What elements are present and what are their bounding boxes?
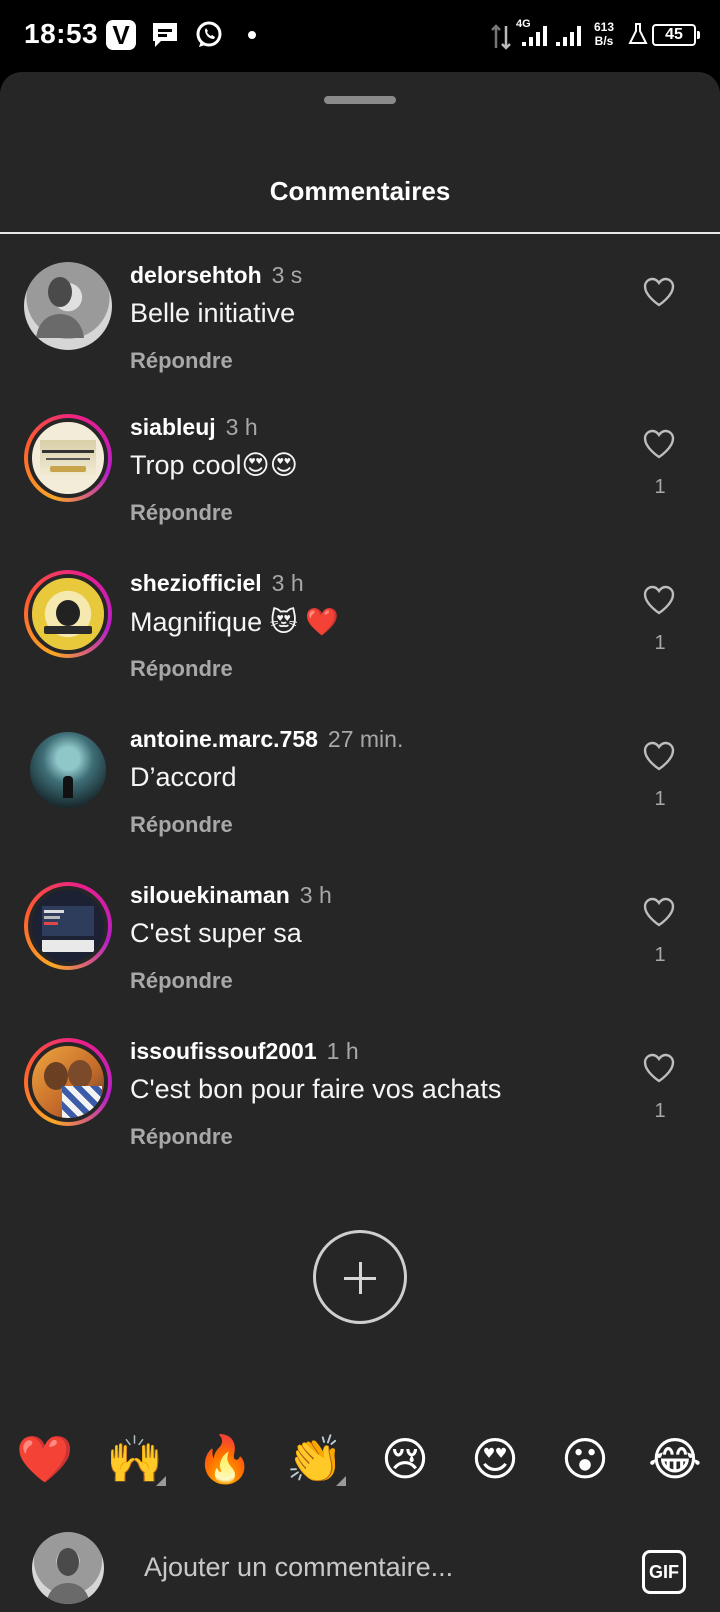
reply-button[interactable]: Répondre [130,812,233,838]
comment-text: Trop cool😍😍 [130,450,298,480]
status-bar: 18:53 V 4G 613 B/s 45 [0,0,720,72]
reply-button[interactable]: Répondre [130,348,233,374]
comment-username[interactable]: siableuj 3 h [130,414,258,441]
comment-input[interactable]: Ajouter un commentaire... [144,1552,453,1583]
comment-input-bar: Ajouter un commentaire... GIF [0,1518,720,1612]
comment-username[interactable]: delorsehtoh 3 s [130,262,302,289]
reply-button[interactable]: Répondre [130,968,233,994]
heart-icon[interactable] [642,1052,676,1084]
heart-icon[interactable] [642,428,676,460]
notification-dot [248,31,256,39]
reaction-raising-hands[interactable]: 🙌 [100,1424,170,1494]
avatar [32,1532,104,1604]
reaction-fire[interactable]: 🔥 [190,1424,260,1494]
signal-icon-2 [556,26,581,46]
reaction-crying[interactable]: 😢 [370,1424,440,1494]
comment-text: C'est bon pour faire vos achats [130,1074,502,1104]
like-count: 1 [654,944,666,966]
flask-icon [628,23,648,44]
comment-item: issoufissouf2001 1 h C'est bon pour faire… [0,1030,720,1180]
comment-time: 3 s [271,262,303,288]
signal-icon [522,26,547,46]
comment-item: sheziofficiel 3 h Magnifique 😻 ❤️ Répondr… [0,562,720,712]
avatar[interactable] [30,732,106,808]
data-transfer-icon [491,24,511,50]
comment-username[interactable]: silouekinaman 3 h [130,882,332,909]
comment-item: delorsehtoh 3 s Belle initiative Répondre [0,254,720,404]
avatar[interactable] [24,414,112,502]
like-count: 1 [654,788,666,810]
comment-text: Magnifique 😻 ❤️ [130,607,339,637]
comment-username[interactable]: antoine.marc.758 27 min. [130,726,403,753]
reply-button[interactable]: Répondre [130,1124,233,1150]
battery-icon: 45 [652,24,700,46]
reply-button[interactable]: Répondre [130,500,233,526]
comment-item: siableuj 3 h Trop cool😍😍 Répondre 1 [0,406,720,556]
reaction-laughing[interactable]: 😂 [640,1424,710,1494]
comment-time: 3 h [271,570,304,596]
sheet-title: Commentaires [269,176,451,206]
comments-sheet: Commentaires delorsehtoh 3 s Belle initia… [0,72,720,1612]
reaction-clapping[interactable]: 👏 [280,1424,350,1494]
gif-button[interactable]: GIF [642,1550,686,1594]
comment-text: D’accord [130,762,237,792]
message-app-icon [153,23,177,47]
comment-text: Belle initiative [130,298,296,328]
status-time: 18:53 [24,18,99,49]
like-count: 1 [654,476,666,498]
avatar[interactable] [24,570,112,658]
comment-username[interactable]: sheziofficiel 3 h [130,570,304,597]
whatsapp-icon [196,21,222,47]
skin-tone-indicator [336,1476,346,1486]
comment-time: 3 h [299,882,332,908]
reaction-surprised[interactable]: 😮 [550,1424,620,1494]
title-divider [0,232,720,234]
avatar[interactable] [24,1038,112,1126]
avatar[interactable] [24,262,112,350]
quick-reactions-bar: ❤️ 🙌 🔥 👏 😢 😍 😮 😂 [0,1424,720,1494]
comment-time: 3 h [225,414,258,440]
skin-tone-indicator [156,1476,166,1486]
like-count: 1 [654,1100,666,1122]
comment-time: 27 min. [327,726,404,752]
avatar[interactable] [24,882,112,970]
reaction-heart[interactable]: ❤️ [10,1424,80,1494]
heart-icon[interactable] [642,896,676,928]
comment-item: antoine.marc.758 27 min. D’accord Répondr… [0,718,720,868]
load-more-plus-button[interactable] [313,1230,407,1324]
network-speed: 613 B/s [594,20,615,48]
heart-icon[interactable] [642,740,676,772]
heart-icon[interactable] [642,276,676,308]
vk-app-icon: V [106,20,136,50]
comment-item: silouekinaman 3 h C'est super sa Répondre… [0,874,720,1024]
comment-text: C'est super sa [130,918,302,948]
comment-time: 1 h [326,1038,359,1064]
reply-button[interactable]: Répondre [130,656,233,682]
drag-handle[interactable] [324,96,396,104]
like-count: 1 [654,632,666,654]
reaction-heart-eyes[interactable]: 😍 [460,1424,530,1494]
heart-icon[interactable] [642,584,676,616]
comment-username[interactable]: issoufissouf2001 1 h [130,1038,359,1065]
